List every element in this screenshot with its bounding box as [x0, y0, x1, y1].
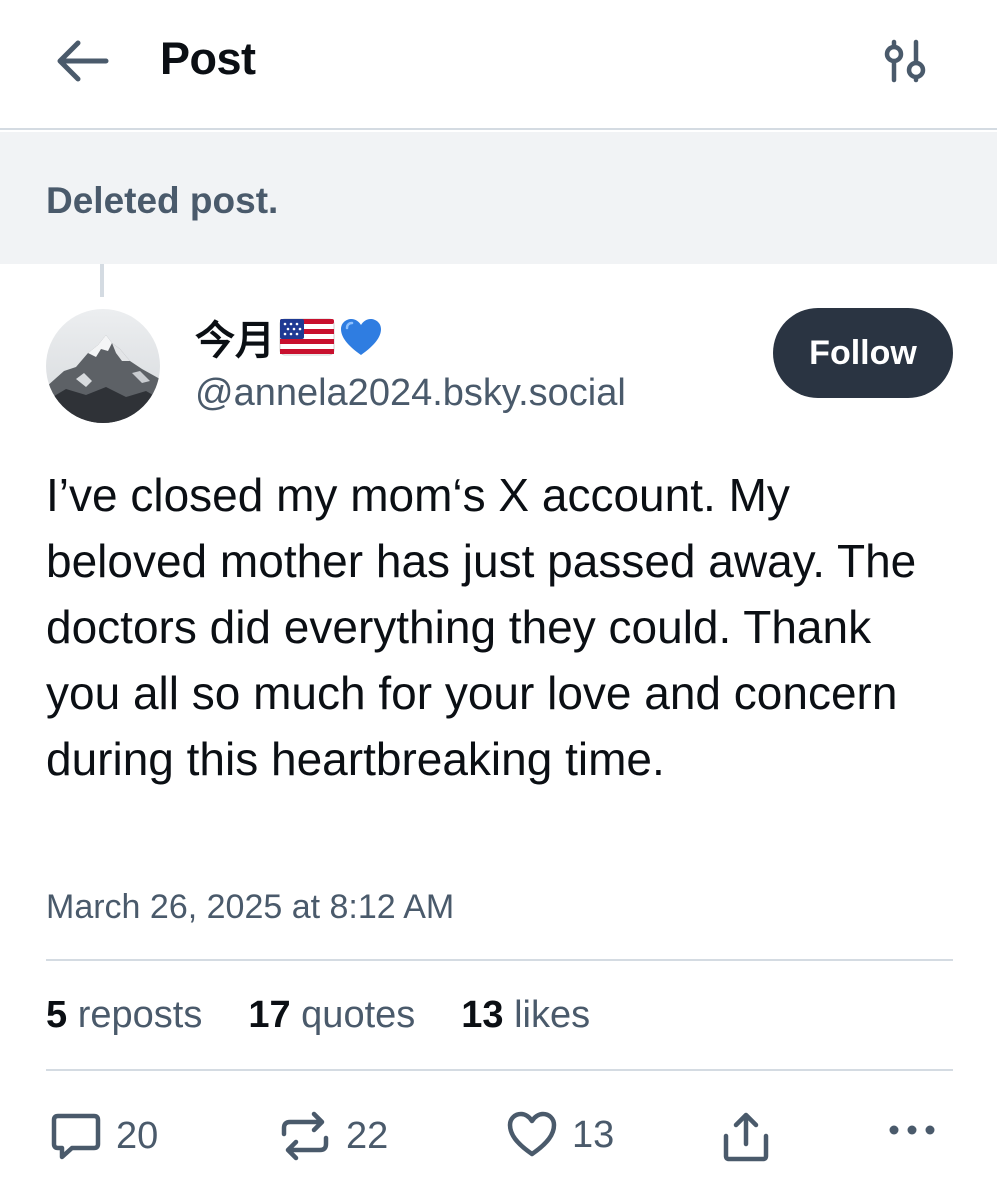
post-timestamp[interactable]: March 26, 2025 at 8:12 AM [46, 888, 454, 927]
blue-heart-emoji [341, 319, 381, 355]
repost-count: 22 [346, 1114, 389, 1157]
follow-button[interactable]: Follow [773, 308, 953, 398]
quotes-stat[interactable]: 17 quotes [248, 994, 415, 1037]
ellipsis-icon [889, 1125, 935, 1135]
share-button[interactable] [720, 1110, 772, 1164]
like-button[interactable]: 13 [506, 1110, 614, 1160]
reposts-stat[interactable]: 5 reposts [46, 994, 202, 1037]
likes-label: likes [514, 994, 591, 1036]
speech-bubble-icon [51, 1113, 101, 1160]
us-flag-emoji [279, 318, 335, 356]
engagement-stats: 5 reposts 17 quotes 13 likes [46, 994, 590, 1037]
display-name-text: 今月 [195, 319, 275, 363]
reposts-label: reposts [77, 994, 203, 1036]
reposts-count: 5 [46, 994, 68, 1036]
repost-icon [281, 1111, 329, 1161]
deleted-post-label: Deleted post. [46, 180, 279, 221]
quotes-count: 17 [248, 994, 291, 1036]
thread-connector-line [100, 264, 104, 297]
more-options-button[interactable] [886, 1120, 938, 1140]
heart-icon [507, 1111, 557, 1157]
post-text: I’ve closed my mom‘s X account. My belov… [46, 469, 917, 785]
divider [46, 959, 953, 961]
likes-stat[interactable]: 13 likes [461, 994, 590, 1037]
reply-count: 20 [116, 1114, 159, 1157]
thread-settings-button[interactable] [880, 38, 932, 84]
divider [46, 1069, 953, 1071]
page-title: Post [160, 33, 256, 84]
sliders-icon [884, 39, 926, 83]
avatar[interactable] [46, 309, 160, 423]
arrow-left-icon [57, 40, 109, 82]
reply-button[interactable]: 20 [50, 1110, 158, 1162]
mountain-photo-avatar [46, 309, 160, 423]
back-button[interactable] [52, 38, 112, 84]
like-count: 13 [572, 1113, 615, 1156]
top-bar: Post [0, 0, 997, 130]
author-display-name[interactable]: 今月 [195, 308, 383, 366]
share-icon [723, 1112, 769, 1162]
quotes-label: quotes [301, 994, 416, 1036]
author-handle[interactable]: @annela2024.bsky.social [195, 372, 626, 415]
repost-button[interactable]: 22 [278, 1110, 388, 1162]
likes-count: 13 [461, 994, 504, 1036]
